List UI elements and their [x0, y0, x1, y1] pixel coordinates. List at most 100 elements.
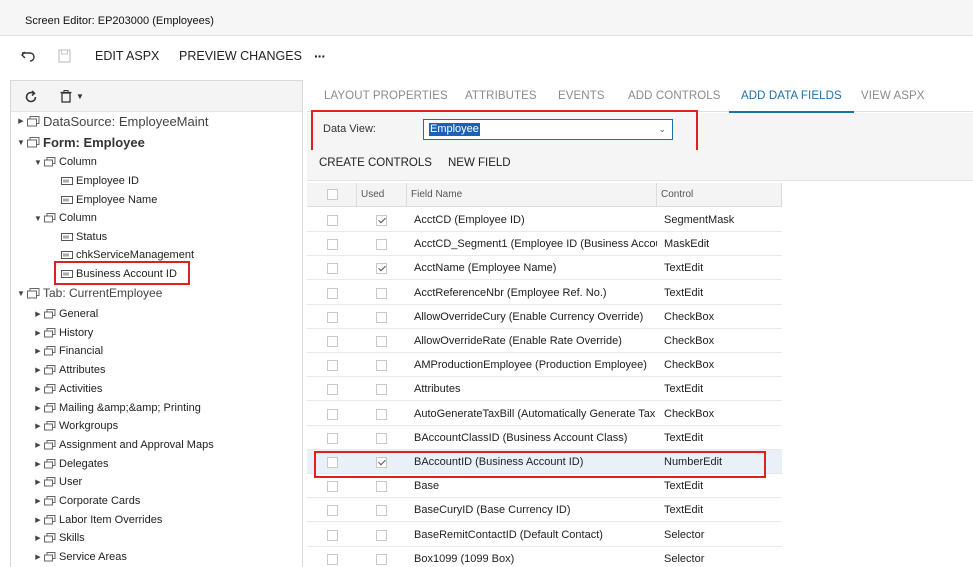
tree-item-tab-child[interactable]: ▶ Corporate Cards	[32, 492, 140, 510]
table-row[interactable]: AllowOverrideCury (Enable Currency Overr…	[307, 305, 782, 329]
tab-add-controls[interactable]: ADD CONTROLS	[628, 80, 721, 112]
table-row[interactable]: BaseRemitContactID (Default Contact) Sele…	[307, 523, 782, 547]
table-row[interactable]: AcctCD (Employee ID) SegmentMask	[307, 208, 782, 232]
tree-item-status[interactable]: Status	[61, 228, 107, 246]
collapse-arrow-icon[interactable]: ▼	[32, 158, 44, 167]
tree-item-business-account-id[interactable]: Business Account ID	[61, 265, 177, 283]
row-select-checkbox[interactable]	[327, 432, 338, 444]
row-select-checkbox[interactable]	[327, 408, 338, 420]
row-select-checkbox[interactable]	[327, 287, 338, 299]
used-checkbox[interactable]	[376, 384, 387, 396]
table-row[interactable]: AcctReferenceNbr (Employee Ref. No.) Text…	[307, 281, 782, 305]
column-header-control[interactable]: Control	[657, 183, 782, 207]
tree-item-tab-child[interactable]: ▶ Financial	[32, 342, 103, 360]
delete-icon[interactable]: ▼	[60, 81, 84, 112]
used-checkbox[interactable]	[376, 457, 387, 468]
table-row[interactable]: Base TextEdit	[307, 474, 782, 499]
tree-item-tab-child[interactable]: ▶ Delegates	[32, 455, 108, 473]
table-row[interactable]: BAccountClassID (Business Account Class)…	[307, 426, 782, 450]
tree-item-employee-name[interactable]: Employee Name	[61, 191, 157, 209]
chevron-down-icon[interactable]: ⌄	[658, 124, 666, 135]
chevron-down-icon[interactable]: ▼	[76, 92, 84, 101]
collapse-arrow-icon[interactable]: ▼	[15, 138, 27, 147]
tree-item-column[interactable]: ▼ Column	[32, 209, 97, 227]
expand-arrow-icon[interactable]: ▶	[32, 516, 44, 524]
row-select-checkbox[interactable]	[327, 481, 338, 493]
expand-arrow-icon[interactable]: ▶	[32, 385, 44, 393]
expand-arrow-icon[interactable]: ▶	[32, 329, 44, 337]
tree-item-tab-child[interactable]: ▶ Labor Item Overrides	[32, 511, 162, 529]
table-row[interactable]: AllowOverrideRate (Enable Rate Override)…	[307, 329, 782, 353]
table-row[interactable]: AcctCD_Segment1 (Employee ID (Business A…	[307, 232, 782, 257]
tree-item-tab-child[interactable]: ▶ Skills	[32, 529, 84, 547]
used-checkbox[interactable]	[376, 239, 387, 251]
row-select-checkbox[interactable]	[327, 529, 338, 541]
tree-item-employee-id[interactable]: Employee ID	[61, 172, 139, 190]
used-checkbox[interactable]	[376, 263, 387, 275]
table-row[interactable]: AcctName (Employee Name) TextEdit	[307, 256, 782, 281]
tree-item-tab-child[interactable]: ▶ Assignment and Approval Maps	[32, 436, 213, 454]
used-checkbox[interactable]	[376, 553, 387, 565]
expand-arrow-icon[interactable]: ▶	[32, 404, 44, 412]
tree-item-tab-child[interactable]: ▶ Attributes	[32, 361, 105, 379]
row-select-checkbox[interactable]	[327, 239, 338, 251]
tree-item-tab-child[interactable]: ▶ User	[32, 473, 82, 491]
used-checkbox[interactable]	[376, 505, 387, 517]
collapse-arrow-icon[interactable]: ▼	[32, 214, 44, 223]
more-options-button[interactable]: ···	[314, 37, 326, 77]
expand-arrow-icon[interactable]: ▶	[15, 117, 27, 125]
save-icon[interactable]	[58, 37, 71, 77]
used-checkbox[interactable]	[376, 336, 387, 347]
tree-item-tab-child[interactable]: ▶ History	[32, 324, 93, 342]
select-all-checkbox[interactable]	[327, 189, 338, 200]
expand-arrow-icon[interactable]: ▶	[32, 478, 44, 486]
tree-item-tab-child[interactable]: ▶ General	[32, 305, 98, 323]
expand-arrow-icon[interactable]: ▶	[32, 553, 44, 561]
row-select-checkbox[interactable]	[327, 553, 338, 565]
used-checkbox[interactable]	[376, 215, 387, 226]
used-checkbox[interactable]	[376, 432, 387, 444]
tab-events[interactable]: EVENTS	[558, 80, 605, 112]
expand-arrow-icon[interactable]: ▶	[32, 497, 44, 505]
preview-changes-button[interactable]: PREVIEW CHANGES	[179, 37, 302, 77]
row-select-checkbox[interactable]	[327, 336, 338, 347]
table-row[interactable]: AutoGenerateTaxBill (Automatically Gener…	[307, 402, 782, 426]
used-checkbox[interactable]	[376, 287, 387, 299]
tree-item-column[interactable]: ▼ Column	[32, 153, 97, 171]
row-select-checkbox[interactable]	[327, 215, 338, 226]
tree-item-chk-service-management[interactable]: chkServiceManagement	[61, 246, 194, 264]
tree-item-datasource[interactable]: ▶ DataSource: EmployeeMaint	[15, 112, 208, 130]
expand-arrow-icon[interactable]: ▶	[32, 534, 44, 542]
used-checkbox[interactable]	[376, 360, 387, 372]
tab-view-aspx[interactable]: VIEW ASPX	[861, 80, 925, 112]
tab-add-data-fields[interactable]: ADD DATA FIELDS	[729, 80, 854, 113]
collapse-arrow-icon[interactable]: ▼	[15, 289, 27, 298]
expand-arrow-icon[interactable]: ▶	[32, 460, 44, 468]
table-row[interactable]: BaseCuryID (Base Currency ID) TextEdit	[307, 498, 782, 523]
used-checkbox[interactable]	[376, 408, 387, 420]
used-checkbox[interactable]	[376, 529, 387, 541]
row-select-checkbox[interactable]	[327, 263, 338, 275]
column-header-field-name[interactable]: Field Name	[407, 183, 657, 207]
tree-item-tab-current-employee[interactable]: ▼ Tab: CurrentEmployee	[15, 284, 162, 302]
tree-item-tab-child[interactable]: ▶ Mailing &amp;&amp; Printing	[32, 399, 201, 417]
expand-arrow-icon[interactable]: ▶	[32, 310, 44, 318]
row-select-checkbox[interactable]	[327, 360, 338, 372]
data-view-select[interactable]: Employee ⌄	[423, 119, 673, 140]
used-checkbox[interactable]	[376, 311, 387, 323]
create-controls-button[interactable]: CREATE CONTROLS	[319, 150, 432, 178]
new-field-button[interactable]: NEW FIELD	[448, 150, 511, 178]
table-row[interactable]: AMProductionEmployee (Production Employe…	[307, 353, 782, 378]
row-select-checkbox[interactable]	[327, 311, 338, 323]
row-select-checkbox[interactable]	[327, 457, 338, 468]
tree-item-tab-child[interactable]: ▶ Service Areas	[32, 548, 127, 566]
tree-item-form-employee[interactable]: ▼ Form: Employee	[15, 133, 145, 151]
edit-aspx-button[interactable]: EDIT ASPX	[95, 37, 159, 77]
row-select-checkbox[interactable]	[327, 384, 338, 396]
expand-arrow-icon[interactable]: ▶	[32, 366, 44, 374]
table-row[interactable]: Box1099 (1099 Box) Selector	[307, 547, 782, 567]
tab-attributes[interactable]: ATTRIBUTES	[465, 80, 537, 112]
refresh-icon[interactable]	[24, 81, 38, 112]
table-row[interactable]: Attributes TextEdit	[307, 377, 782, 402]
expand-arrow-icon[interactable]: ▶	[32, 347, 44, 355]
